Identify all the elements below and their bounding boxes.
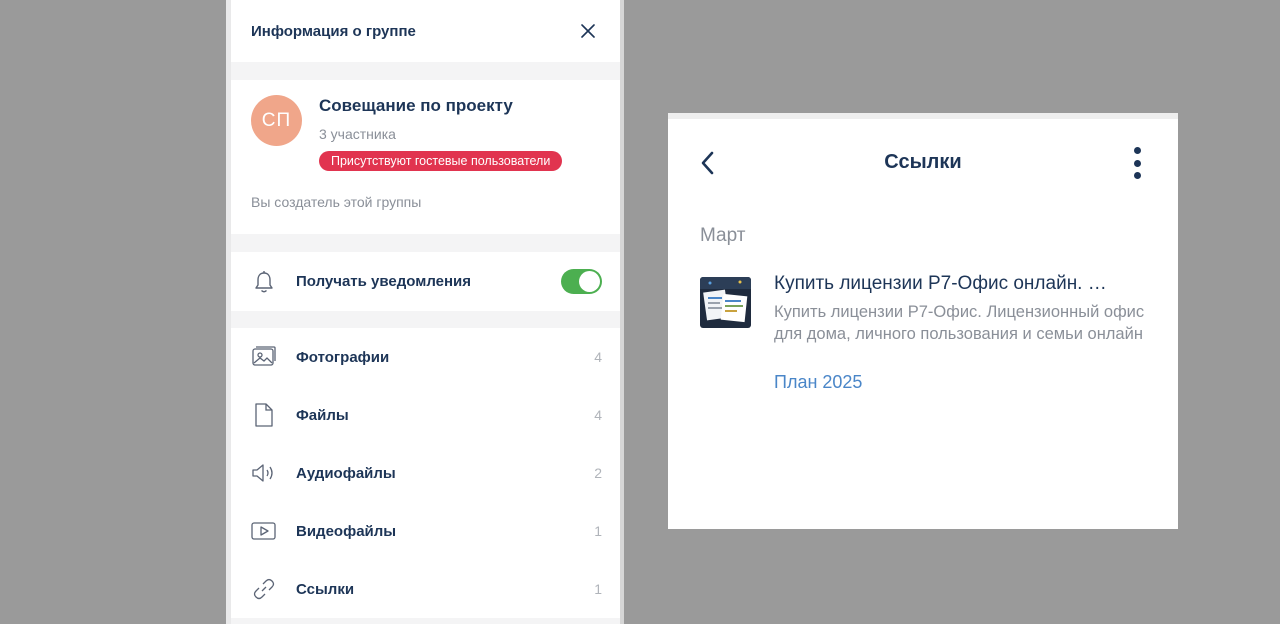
group-card: СП Совещание по проекту 3 участника Прис… xyxy=(231,80,620,234)
media-item-files[interactable]: Файлы 4 xyxy=(231,386,620,444)
media-count: 4 xyxy=(594,349,602,365)
group-info-panel: Информация о группе СП Совещание по прое… xyxy=(226,0,624,624)
media-label: Ссылки xyxy=(296,580,355,598)
close-button[interactable] xyxy=(578,21,598,41)
media-label: Файлы xyxy=(296,406,349,424)
link-description: Купить лицензии Р7-Офис. Лицензионный оф… xyxy=(774,303,1145,343)
media-count: 1 xyxy=(594,581,602,597)
link-item[interactable]: Купить лицензии Р7-Офис онлайн. … Купить… xyxy=(700,271,1150,401)
media-item-links[interactable]: Ссылки 1 xyxy=(231,560,620,618)
media-item-photos[interactable]: Фотографии 4 xyxy=(231,328,620,386)
more-options-button[interactable] xyxy=(1132,147,1142,179)
more-dot-icon xyxy=(1133,147,1141,154)
bell-icon xyxy=(251,269,277,295)
links-panel: Ссылки Март Купить лицензии Р7-Офис онла… xyxy=(668,113,1178,529)
media-count: 4 xyxy=(594,407,602,423)
group-members-count[interactable]: 3 участника xyxy=(319,126,396,142)
media-label: Фотографии xyxy=(296,348,390,366)
audio-icon xyxy=(251,460,277,486)
toggle-knob xyxy=(579,271,600,292)
notifications-label: Получать уведомления xyxy=(296,273,472,290)
panel-title: Информация о группе xyxy=(251,22,416,40)
month-label: Март xyxy=(700,225,746,246)
close-icon xyxy=(581,24,595,38)
creator-note: Вы создатель этой группы xyxy=(251,194,422,210)
notifications-row[interactable]: Получать уведомления xyxy=(231,252,620,311)
avatar[interactable]: СП xyxy=(251,95,302,146)
video-icon xyxy=(251,518,277,544)
link-thumbnail xyxy=(700,277,751,328)
media-label: Аудиофайлы xyxy=(296,464,396,482)
media-item-audio[interactable]: Аудиофайлы 2 xyxy=(231,444,620,502)
media-count: 1 xyxy=(594,523,602,539)
more-dot-icon xyxy=(1133,159,1141,167)
guest-users-badge: Присутствуют гостевые пользователи xyxy=(319,151,563,171)
file-icon xyxy=(251,402,277,428)
links-title: Ссылки xyxy=(884,151,962,173)
media-count: 2 xyxy=(594,465,602,481)
group-name: Совещание по проекту xyxy=(319,96,513,115)
link-title[interactable]: Купить лицензии Р7-Офис онлайн. … xyxy=(774,273,1150,295)
photo-icon xyxy=(251,344,277,370)
more-dot-icon xyxy=(1133,172,1141,179)
link-icon xyxy=(251,576,277,602)
link-chat-name[interactable]: План 2025 xyxy=(774,372,862,393)
media-list: Фотографии 4 Файлы 4 Аудиофайлы 2 Видеоф… xyxy=(231,328,620,618)
panel-header: Информация о группе xyxy=(231,0,620,62)
media-item-video[interactable]: Видеофайлы 1 xyxy=(231,502,620,560)
media-label: Видеофайлы xyxy=(296,522,397,540)
notifications-toggle[interactable] xyxy=(561,269,602,294)
